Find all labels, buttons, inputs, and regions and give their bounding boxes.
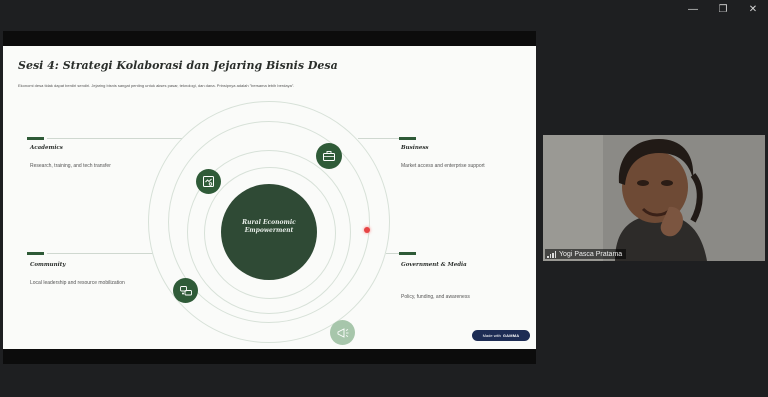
academics-title: Academics bbox=[30, 145, 63, 151]
laser-pointer bbox=[364, 227, 370, 233]
center-label-line1: Rural Economic bbox=[242, 219, 296, 226]
participant-video-tile[interactable]: Yogi Pasca Pratama bbox=[543, 135, 765, 261]
slide-title: Sesi 4: Strategi Kolaborasi dan Jejaring… bbox=[18, 59, 338, 72]
connector-community bbox=[47, 253, 153, 254]
connector-government bbox=[386, 253, 399, 254]
badge-brand: GAMMA bbox=[502, 333, 520, 338]
restore-button[interactable]: ❐ bbox=[708, 0, 738, 18]
shared-screen: Sesi 4: Strategi Kolaborasi dan Jejaring… bbox=[3, 31, 536, 364]
community-accent-bar bbox=[27, 252, 44, 255]
participant-name-tag: Yogi Pasca Pratama bbox=[545, 249, 627, 259]
close-button[interactable]: ✕ bbox=[738, 0, 768, 18]
business-accent-bar bbox=[399, 137, 416, 140]
center-circle: Rural Economic Empowerment bbox=[221, 184, 317, 280]
window-controls: — ❐ ✕ bbox=[678, 0, 768, 18]
presentation-slide: Sesi 4: Strategi Kolaborasi dan Jejaring… bbox=[3, 46, 536, 349]
slide-subtitle: Ekonomi desa tidak dapat berdiri sendiri… bbox=[18, 83, 295, 88]
research-icon bbox=[196, 169, 221, 194]
community-title: Community bbox=[30, 262, 66, 268]
government-accent-bar bbox=[399, 252, 416, 255]
government-desc: Policy, funding, and awareness bbox=[401, 294, 470, 300]
minimize-button[interactable]: — bbox=[678, 0, 708, 18]
badge-prefix: Made with bbox=[482, 333, 501, 338]
signal-strength-icon bbox=[547, 250, 556, 258]
connector-business bbox=[358, 138, 399, 139]
community-desc: Local leadership and resource mobilizati… bbox=[30, 280, 125, 286]
briefcase-icon bbox=[316, 143, 342, 169]
government-title: Government & Media bbox=[401, 262, 467, 268]
academics-accent-bar bbox=[27, 137, 44, 140]
participant-video-feed bbox=[543, 135, 765, 261]
connector-academics bbox=[47, 138, 182, 139]
participant-name: Yogi Pasca Pratama bbox=[559, 250, 623, 258]
megaphone-icon bbox=[330, 320, 355, 345]
made-with-badge[interactable]: Made with GAMMA bbox=[472, 330, 530, 341]
community-icon bbox=[173, 278, 198, 303]
business-title: Business bbox=[401, 145, 429, 151]
center-label-line2: Empowerment bbox=[244, 227, 294, 234]
academics-desc: Research, training, and tech transfer bbox=[30, 163, 111, 169]
business-desc: Market access and enterprise support bbox=[401, 163, 485, 169]
